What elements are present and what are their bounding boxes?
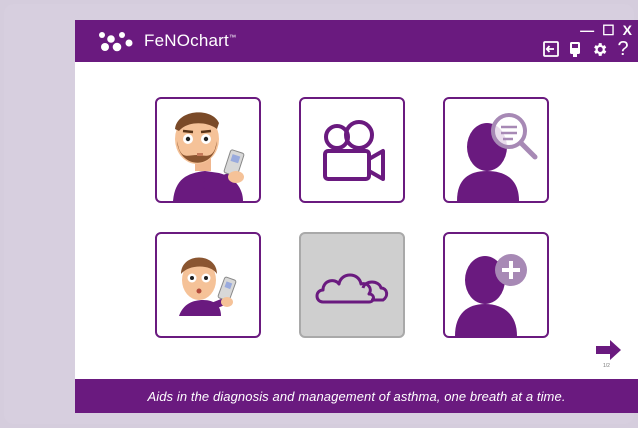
add-patient-tile[interactable] — [443, 232, 549, 338]
app-window: FeNOchart™ — ☐ X ? 1/2 Aids in the diagn… — [75, 20, 638, 413]
search-patient-tile[interactable] — [443, 97, 549, 203]
page-indicator: 1/2 — [603, 363, 610, 369]
device-icon — [570, 41, 580, 57]
toolbar: ? — [542, 39, 632, 59]
footer-bar: Aids in the diagnosis and management of … — [75, 379, 638, 413]
child-measurement-tile[interactable] — [155, 232, 261, 338]
video-camera-icon — [323, 120, 385, 181]
child-patient-with-device-icon — [179, 257, 237, 316]
window-controls: — ☐ X — [580, 20, 632, 40]
video-tile[interactable] — [299, 97, 405, 203]
next-page-button[interactable] — [594, 339, 622, 361]
brand-name: FeNOchart — [144, 31, 229, 50]
cloud-tile[interactable] — [299, 232, 405, 338]
help-icon: ? — [617, 38, 629, 60]
tagline: Aids in the diagnosis and management of … — [147, 388, 566, 404]
trademark: ™ — [228, 34, 237, 42]
settings-button[interactable] — [590, 40, 608, 58]
adult-measurement-tile[interactable] — [155, 97, 261, 203]
add-patient-icon — [455, 254, 527, 336]
app-logo: FeNOchart™ — [144, 31, 236, 51]
maximize-button[interactable]: ☐ — [602, 23, 615, 37]
adult-patient-with-device-icon — [173, 112, 245, 201]
exit-icon — [543, 41, 559, 57]
title-bar: FeNOchart™ — ☐ X ? — [75, 20, 638, 62]
cloud-icon — [315, 273, 389, 304]
patient-search-icon — [457, 113, 538, 201]
logo-dots-icon — [99, 32, 133, 52]
device-button[interactable] — [566, 40, 584, 58]
help-button[interactable]: ? — [614, 38, 632, 60]
settings-icon — [593, 42, 606, 56]
close-button[interactable]: X — [623, 23, 632, 37]
exit-button[interactable] — [542, 40, 560, 58]
minimize-button[interactable]: — — [580, 23, 594, 37]
